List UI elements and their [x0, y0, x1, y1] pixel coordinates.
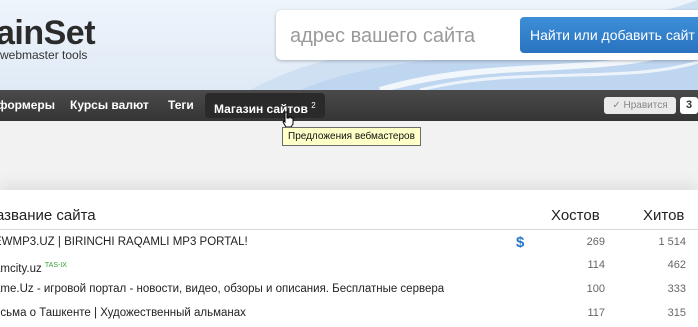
site-name-link[interactable]: исьма о Ташкенте | Художественный альман… [0, 303, 522, 324]
table-row[interactable]: ame.Uz - игровой портал - новости, видео… [0, 279, 698, 300]
row-hits: 462 [667, 259, 686, 271]
nav-item-site-shop[interactable]: Магазин сайтов 2 [205, 93, 325, 118]
row-hits: 333 [667, 283, 686, 295]
site-header: ainSet webmaster tools Найти или добавит… [0, 0, 698, 90]
site-name-link[interactable]: amcity.uz TAS-IX [0, 255, 522, 280]
nav-item-informers[interactable]: формеры [0, 90, 55, 121]
dollar-icon: $ [516, 234, 525, 251]
row-hosts: 117 [587, 307, 605, 319]
search-box: Найти или добавить сайт [276, 10, 698, 60]
row-hosts: 100 [586, 283, 605, 295]
search-input[interactable] [288, 20, 512, 52]
nav-item-currency-rates[interactable]: Курсы валют [70, 90, 149, 121]
table-row[interactable]: EWMP3.UZ | BIRINCHI RAQAMLI MP3 PORTAL! … [0, 232, 698, 253]
column-header-hits[interactable]: Хитов [643, 207, 684, 224]
site-name-link[interactable]: ame.Uz - игровой портал - новости, видео… [0, 279, 522, 300]
site-name-text: amcity.uz [0, 262, 42, 275]
table-header-divider [0, 229, 698, 230]
row-hosts: 114 [587, 259, 605, 271]
like-button[interactable]: ✓ Нравится [604, 97, 676, 114]
tasix-badge: TAS-IX [44, 262, 67, 269]
table-row[interactable]: исьма о Ташкенте | Художественный альман… [0, 303, 698, 324]
nav-item-tags[interactable]: Теги [168, 90, 194, 121]
site-tagline: webmaster tools [0, 48, 88, 62]
row-hosts: 269 [586, 236, 605, 248]
row-hits: 315 [667, 307, 686, 319]
column-header-site-name[interactable]: азвание сайта [0, 207, 96, 224]
site-name-link[interactable]: EWMP3.UZ | BIRINCHI RAQAMLI MP3 PORTAL! [0, 232, 522, 253]
nav-tooltip: Предложения вебмастеров [282, 127, 421, 146]
table-row[interactable]: amcity.uz TAS-IX 114 462 [0, 255, 698, 276]
main-nav: формеры Курсы валют Теги Магазин сайтов … [0, 90, 698, 121]
nav-item-site-shop-badge: 2 [311, 101, 316, 110]
row-hits: 1 514 [658, 236, 686, 248]
column-header-hosts[interactable]: Хостов [551, 207, 600, 224]
like-count: 3 [680, 97, 698, 114]
find-or-add-site-button[interactable]: Найти или добавить сайт [520, 17, 698, 53]
